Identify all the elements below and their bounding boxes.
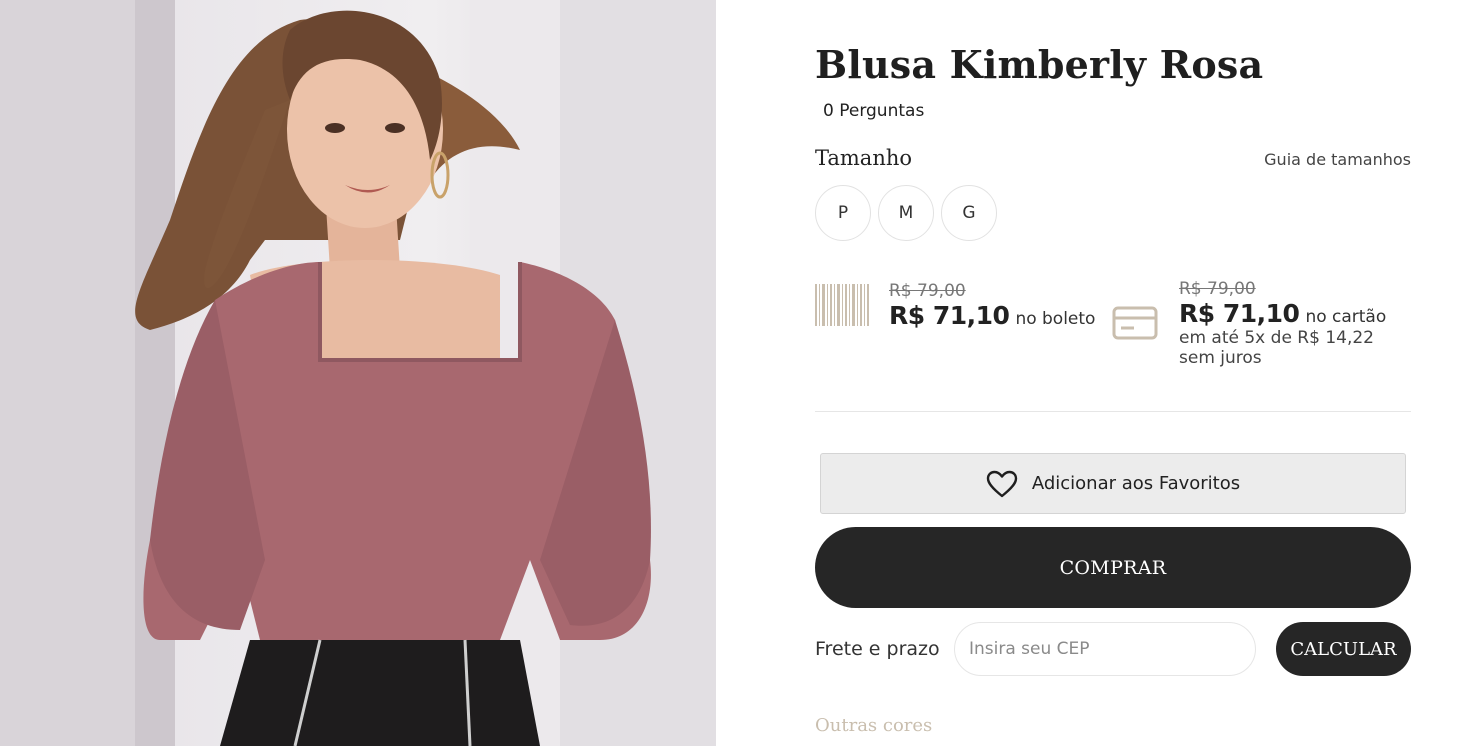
barcode-icon (815, 284, 869, 326)
divider (815, 411, 1411, 412)
size-options: P M G (815, 185, 997, 241)
cep-input[interactable] (954, 622, 1256, 676)
card-installments: em até 5x de R$ 14,22 sem juros (1179, 328, 1375, 368)
credit-card-icon (1112, 306, 1158, 340)
add-to-favorites-button[interactable]: Adicionar aos Favoritos (820, 453, 1406, 514)
boleto-price: R$ 71,10 (889, 301, 1010, 330)
size-label: Tamanho (815, 146, 913, 170)
card-price: R$ 71,10 (1179, 299, 1300, 328)
heart-icon (986, 470, 1018, 497)
size-option-g[interactable]: G (941, 185, 997, 241)
product-info-panel: Blusa Kimberly Rosa 0 Perguntas Tamanho … (716, 0, 1464, 746)
buy-button[interactable]: COMPRAR (815, 527, 1411, 608)
questions-link[interactable]: 0 Perguntas (823, 101, 924, 121)
product-title: Blusa Kimberly Rosa (815, 42, 1264, 87)
card-old-price: R$ 79,00 (1179, 279, 1256, 299)
product-photo-illustration (0, 0, 716, 746)
favorite-label: Adicionar aos Favoritos (1031, 473, 1241, 494)
other-colors-label: Outras cores (815, 715, 933, 736)
card-suffix: no cartão (1305, 307, 1387, 327)
size-guide-link[interactable]: Guia de tamanhos (1264, 150, 1411, 169)
boleto-old-price: R$ 79,00 (889, 281, 966, 301)
size-option-p[interactable]: P (815, 185, 871, 241)
product-image[interactable] (0, 0, 716, 746)
shipping-label: Frete e prazo (815, 638, 940, 660)
boleto-suffix: no boleto (1015, 309, 1096, 329)
size-option-m[interactable]: M (878, 185, 934, 241)
calculate-shipping-button[interactable]: CALCULAR (1276, 622, 1411, 676)
